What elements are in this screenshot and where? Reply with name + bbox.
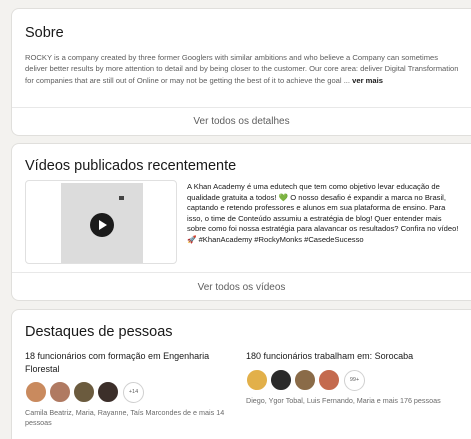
more-people-badge: +14	[123, 381, 144, 403]
people-highlights-card: Destaques de pessoas 18 funcionários com…	[11, 309, 471, 439]
about-text: ROCKY is a company created by three form…	[25, 52, 459, 86]
recent-videos-card: Vídeos publicados recentemente A Khan Ac…	[11, 143, 471, 301]
avatar-group[interactable]: 99+	[246, 369, 470, 391]
about-title: Sobre	[25, 25, 64, 41]
avatar	[294, 369, 316, 391]
highlight-engineering[interactable]: 18 funcionários com formação em Engenhar…	[25, 350, 235, 428]
avatar	[73, 381, 95, 403]
see-all-videos-link[interactable]: Ver todos os vídeos	[12, 272, 471, 300]
about-card: Sobre ROCKY is a company created by thre…	[11, 8, 471, 136]
highlight-location-title[interactable]: 180 funcionários trabalham em: Sorocaba	[246, 350, 470, 363]
avatar	[246, 369, 268, 391]
video-thumbnail[interactable]	[25, 180, 177, 264]
highlight-location-names: Diego, Ygor Tobal, Luis Fernando, Maria …	[246, 396, 441, 405]
avatar-group[interactable]: +14	[25, 381, 235, 403]
highlight-location[interactable]: 180 funcionários trabalham em: Sorocaba …	[246, 350, 470, 406]
video-thumbnail-image	[61, 183, 143, 263]
see-all-details-link[interactable]: Ver todos os detalhes	[12, 107, 471, 135]
avatar	[49, 381, 71, 403]
avatar	[25, 381, 47, 403]
thumbnail-logo-icon	[119, 196, 124, 200]
video-description: A Khan Academy é uma edutech que tem com…	[187, 182, 459, 246]
play-icon[interactable]	[90, 213, 114, 237]
highlight-engineering-names: Camila Beatriz, Maria, Rayanne, Taís Mar…	[25, 408, 225, 427]
videos-title: Vídeos publicados recentemente	[25, 158, 237, 174]
more-people-badge: 99+	[344, 369, 365, 391]
highlights-title: Destaques de pessoas	[25, 324, 173, 340]
video-hashtags[interactable]: #KhanAcademy #RockyMonks #CasedeSucesso	[196, 235, 364, 244]
green-heart-icon: 💚	[278, 192, 289, 202]
see-more-link[interactable]: ver mais	[352, 76, 383, 85]
avatar	[318, 369, 340, 391]
highlight-engineering-title[interactable]: 18 funcionários com formação em Engenhar…	[25, 350, 235, 376]
avatar	[97, 381, 119, 403]
about-body: ROCKY is a company created by three form…	[25, 53, 459, 85]
avatar	[270, 369, 292, 391]
